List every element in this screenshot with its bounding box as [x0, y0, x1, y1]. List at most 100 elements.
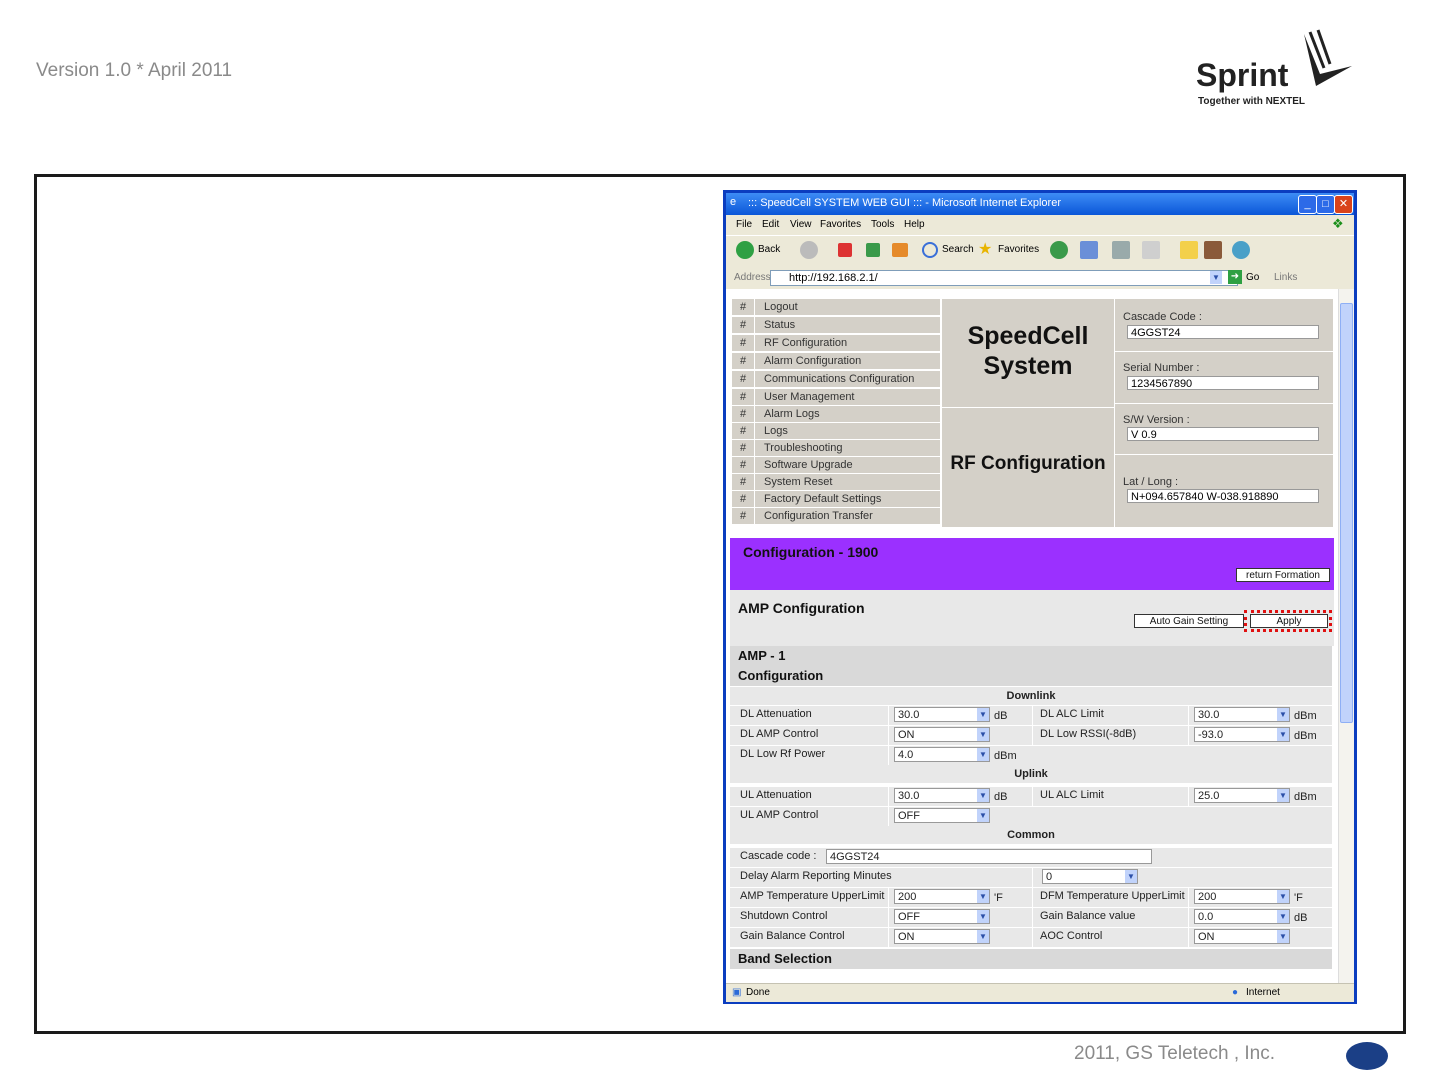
nav-system-reset[interactable]: # System Reset	[732, 474, 940, 491]
nav-logs[interactable]: # Logs	[732, 423, 940, 440]
return-formation-button[interactable]: return Formation	[1236, 568, 1330, 582]
nav-label: System Reset	[764, 476, 833, 488]
nav-label: User Management	[764, 391, 855, 403]
amp-temp-limit-select[interactable]: 200 ▼	[894, 889, 990, 904]
aoc-control-select[interactable]: ON ▼	[1194, 929, 1290, 944]
search-button[interactable]: Search	[942, 244, 974, 255]
chevron-down-icon: ▼	[977, 748, 989, 761]
vertical-scrollbar[interactable]	[1338, 289, 1354, 983]
edit-icon[interactable]	[1142, 241, 1160, 259]
ul-alc-limit-select[interactable]: 25.0 ▼	[1194, 788, 1290, 803]
refresh-icon[interactable]	[866, 243, 880, 257]
dl-low-rssi-label: DL Low RSSI(-8dB)	[1040, 728, 1137, 740]
row-divider	[888, 726, 889, 745]
nav-configuration-transfer[interactable]: # Configuration Transfer	[732, 508, 940, 525]
home-icon[interactable]	[892, 243, 908, 257]
chevron-down-icon: ▼	[1277, 930, 1289, 943]
cascade-code-input[interactable]: 4GGST24	[826, 849, 1152, 864]
nav-alarm-configuration[interactable]: # Alarm Configuration	[732, 353, 940, 370]
forward-icon[interactable]	[800, 241, 818, 259]
address-label: Address	[734, 272, 771, 283]
dl-amp-control-label: DL AMP Control	[740, 728, 819, 740]
go-button[interactable]: Go	[1246, 272, 1259, 283]
stop-icon[interactable]	[838, 243, 852, 257]
gain-balance-value-select[interactable]: 0.0 ▼	[1194, 909, 1290, 924]
nav-marker: #	[732, 406, 755, 422]
menu-file[interactable]: File	[736, 219, 752, 230]
scrollbar-thumb[interactable]	[1340, 303, 1353, 723]
shutdown-control-select[interactable]: OFF ▼	[894, 909, 990, 924]
brand-title-line2: System	[983, 352, 1073, 380]
row-divider	[1032, 928, 1033, 947]
row-divider	[888, 928, 889, 947]
links-label[interactable]: Links	[1274, 272, 1297, 283]
nav-label: Communications Configuration	[764, 373, 915, 385]
row-divider	[1032, 908, 1033, 927]
menu-favorites[interactable]: Favorites	[820, 219, 861, 230]
nav-marker: #	[732, 508, 755, 524]
dl-low-rf-power-select[interactable]: 4.0 ▼	[894, 747, 990, 762]
back-button[interactable]: Back	[758, 244, 780, 255]
row-divider	[1032, 726, 1033, 745]
search-icon[interactable]	[922, 242, 938, 258]
common-group-header: Common	[730, 826, 1332, 844]
menu-tools[interactable]: Tools	[871, 219, 894, 230]
nav-alarm-logs[interactable]: # Alarm Logs	[732, 406, 940, 423]
nav-troubleshooting[interactable]: # Troubleshooting	[732, 440, 940, 457]
nav-communications-configuration[interactable]: # Communications Configuration	[732, 371, 940, 388]
ul-attenuation-select[interactable]: 30.0 ▼	[894, 788, 990, 803]
dl-attenuation-select[interactable]: 30.0 ▼	[894, 707, 990, 722]
address-input[interactable]: http://192.168.2.1/	[770, 270, 1238, 286]
nav-label: Alarm Logs	[764, 408, 820, 420]
media-icon[interactable]	[1050, 241, 1068, 259]
back-icon[interactable]	[736, 241, 754, 259]
chevron-down-icon: ▼	[977, 910, 989, 923]
menu-edit[interactable]: Edit	[762, 219, 779, 230]
nav-user-management[interactable]: # User Management	[732, 389, 940, 406]
config-row: DL Attenuation 30.0 ▼ dB DL ALC Limit 30.…	[730, 705, 1332, 725]
folder-icon[interactable]	[1180, 241, 1198, 259]
ul-amp-control-value: OFF	[898, 810, 920, 822]
dl-amp-control-select[interactable]: ON ▼	[894, 727, 990, 742]
messenger-icon[interactable]	[1232, 241, 1250, 259]
menu-help[interactable]: Help	[904, 219, 925, 230]
favorites-icon[interactable]: ★	[978, 239, 992, 259]
dl-low-rssi-select[interactable]: -93.0 ▼	[1194, 727, 1290, 742]
apply-highlight-box	[1244, 610, 1332, 632]
close-button[interactable]: ✕	[1334, 195, 1353, 214]
nav-marker: #	[732, 440, 755, 456]
print-icon[interactable]	[1112, 241, 1130, 259]
mail-icon[interactable]	[1080, 241, 1098, 259]
ul-amp-control-select[interactable]: OFF ▼	[894, 808, 990, 823]
chevron-down-icon: ▼	[1125, 870, 1137, 883]
lat-long-value: N+094.657840 W-038.918890	[1127, 489, 1319, 503]
nav-marker: #	[732, 457, 755, 473]
nav-software-upgrade[interactable]: # Software Upgrade	[732, 457, 940, 474]
favorites-button[interactable]: Favorites	[998, 244, 1039, 255]
ul-amp-control-label: UL AMP Control	[740, 809, 819, 821]
nav-status[interactable]: # Status	[732, 317, 940, 334]
research-icon[interactable]	[1204, 241, 1222, 259]
dl-alc-limit-label: DL ALC Limit	[1040, 708, 1104, 720]
nav-marker: #	[732, 317, 755, 333]
menu-view[interactable]: View	[790, 219, 812, 230]
minimize-button[interactable]: _	[1298, 195, 1317, 214]
serial-number-label: Serial Number :	[1123, 362, 1200, 374]
go-arrow-icon[interactable]: ➜	[1228, 270, 1242, 284]
dfm-temp-limit-select[interactable]: 200 ▼	[1194, 889, 1290, 904]
auto-gain-setting-button[interactable]: Auto Gain Setting	[1134, 614, 1244, 628]
row-divider	[888, 888, 889, 907]
system-info-panel: Cascade Code : 4GGST24 Serial Number : 1…	[1115, 299, 1333, 527]
gain-balance-control-select[interactable]: ON ▼	[894, 929, 990, 944]
delay-alarm-label: Delay Alarm Reporting Minutes	[740, 870, 892, 882]
address-dropdown-icon[interactable]: ▼	[1210, 271, 1222, 284]
row-divider	[1188, 928, 1189, 947]
dl-alc-limit-select[interactable]: 30.0 ▼	[1194, 707, 1290, 722]
nav-rf-configuration[interactable]: # RF Configuration	[732, 335, 940, 352]
maximize-button[interactable]: □	[1316, 195, 1335, 214]
config-row: DL AMP Control ON ▼ DL Low RSSI(-8dB) -93…	[730, 725, 1332, 745]
nav-factory-default-settings[interactable]: # Factory Default Settings	[732, 491, 940, 508]
nav-marker: #	[732, 474, 755, 490]
nav-logout[interactable]: # Logout	[732, 299, 940, 316]
delay-alarm-select[interactable]: 0 ▼	[1042, 869, 1138, 884]
